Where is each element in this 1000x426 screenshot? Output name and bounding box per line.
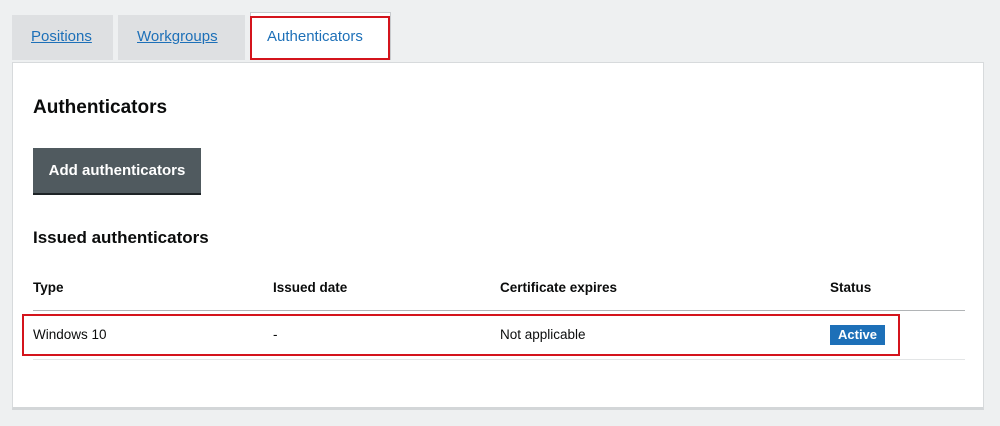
cell-type: Windows 10 [33,327,107,342]
column-header-type: Type [33,280,64,295]
status-badge: Active [830,325,886,345]
cell-status: Active [830,325,886,345]
column-header-issued-date: Issued date [273,280,348,295]
authenticators-panel: Authenticators Add authenticators Issued… [12,62,984,410]
column-header-certificate-expires: Certificate expires [500,280,618,295]
tab-workgroups[interactable]: Workgroups [118,15,245,60]
table-header-row: Type Issued date Certificate expires Sta… [33,267,965,311]
cell-issued-date: - [273,327,278,342]
section-title-issued-authenticators: Issued authenticators [33,228,209,247]
table-row[interactable]: Windows 10 - Not applicable Active [33,311,965,360]
tab-positions[interactable]: Positions [12,15,113,60]
tab-authenticators[interactable]: Authenticators [250,12,391,60]
page-title: Authenticators [33,97,168,118]
issued-authenticators-table: Type Issued date Certificate expires Sta… [33,267,965,360]
column-header-status: Status [830,280,872,295]
add-authenticators-button[interactable]: Add authenticators [33,148,201,195]
tab-bar: Positions Workgroups Authenticators [12,12,396,60]
cell-certificate-expires: Not applicable [500,327,586,342]
